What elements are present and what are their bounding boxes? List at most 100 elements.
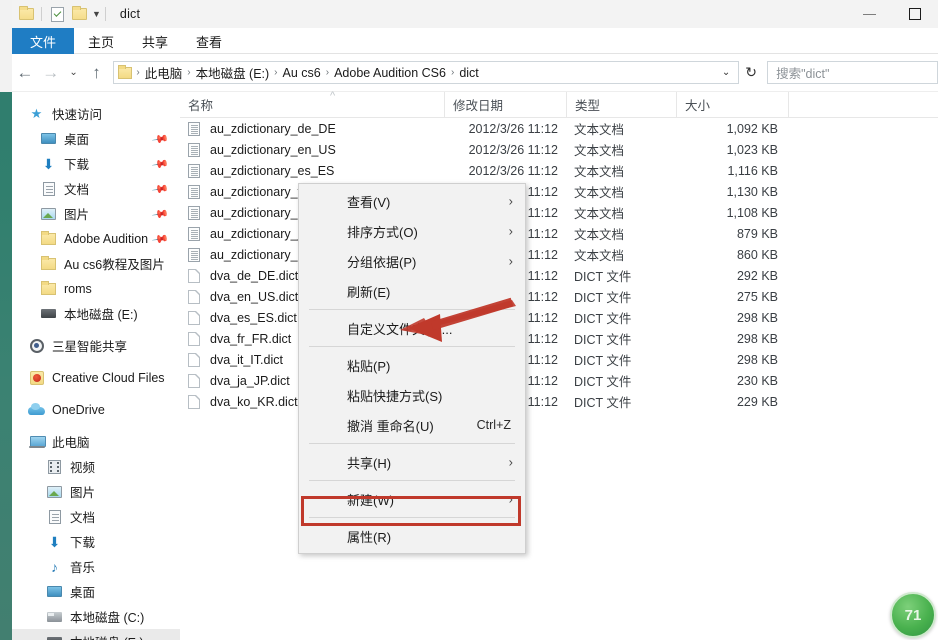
sidebar-item-local-disk-c[interactable]: 本地磁盘 (C:): [12, 604, 180, 629]
table-row[interactable]: dva_de_DE.dict 2012/3/26 11:12 DICT 文件 2…: [180, 265, 938, 286]
breadcrumb-adobe-audition-cs6[interactable]: Adobe Audition CS6: [331, 66, 449, 80]
breadcrumb-dict[interactable]: dict: [456, 66, 481, 80]
tab-file[interactable]: 文件: [12, 28, 75, 54]
pin-icon[interactable]: 📌: [151, 155, 169, 174]
context-menu-item-group-by[interactable]: 分组依据(P) ›: [299, 246, 525, 276]
file-name: au_zdictionary_es_ES: [210, 163, 335, 178]
file-name: au_zdictionary_de_DE: [210, 121, 336, 136]
breadcrumb-this-pc[interactable]: 此电脑: [142, 63, 186, 82]
context-menu-item-undo-rename[interactable]: 撤消 重命名(U) Ctrl+Z: [299, 410, 525, 440]
table-row[interactable]: dva_ko_KR.dict 2012/3/26 11:12 DICT 文件 2…: [180, 391, 938, 412]
back-button[interactable]: ←: [12, 58, 38, 88]
text-file-icon: [188, 247, 202, 262]
breadcrumb-au-cs6[interactable]: Au cs6: [280, 66, 324, 80]
sidebar-item-documents-qa[interactable]: 文档 📌: [12, 176, 180, 201]
file-type: DICT 文件: [574, 396, 632, 410]
sidebar-item-downloads-qa[interactable]: ⬇ 下载 📌: [12, 151, 180, 176]
forward-button[interactable]: →: [38, 58, 64, 88]
file-type: DICT 文件: [574, 270, 632, 284]
pictures-icon: [40, 206, 57, 222]
sidebar-item-roms[interactable]: roms: [12, 276, 180, 301]
sidebar-item-desktop[interactable]: 桌面: [12, 579, 180, 604]
properties-icon[interactable]: [46, 3, 68, 25]
sidebar-item-creative-cloud-files[interactable]: Creative Cloud Files: [12, 365, 180, 390]
tab-home[interactable]: 主页: [74, 28, 128, 54]
context-menu-item-paste[interactable]: 粘贴(P): [299, 350, 525, 380]
file-size: 298 KB: [736, 310, 778, 325]
file-size: 298 KB: [736, 331, 778, 346]
table-row[interactable]: au_zdictionary_ko_KR 2012/3/26 11:12 文本文…: [180, 244, 938, 265]
sidebar-item-desktop-qa[interactable]: 桌面 📌: [12, 126, 180, 151]
chevron-right-icon: ›: [508, 454, 513, 470]
context-menu-item-label: 属性(R): [347, 529, 392, 545]
folder-icon: [40, 230, 57, 247]
sidebar-item-label: 三星智能共享: [52, 340, 128, 354]
up-button[interactable]: ↑: [84, 58, 110, 88]
sidebar-item-this-pc[interactable]: 此电脑: [12, 429, 180, 454]
sidebar-item-label: 音乐: [70, 561, 96, 575]
column-header-name[interactable]: 名称: [180, 92, 444, 118]
table-row[interactable]: au_zdictionary_de_DE 2012/3/26 11:12 文本文…: [180, 118, 938, 139]
column-header-type[interactable]: 类型: [566, 91, 676, 118]
sidebar-item-local-disk-e-qa[interactable]: 本地磁盘 (E:): [12, 301, 180, 326]
context-menu-item-customize-folder[interactable]: 自定义文件夹(F)...: [299, 313, 525, 343]
maximize-button[interactable]: [892, 0, 938, 28]
context-menu-item-label: 刷新(E): [347, 284, 391, 300]
pin-icon[interactable]: 📌: [151, 230, 169, 249]
tab-share[interactable]: 共享: [128, 28, 182, 54]
sidebar-item-onedrive[interactable]: OneDrive: [12, 397, 180, 422]
sidebar-item-samsung-share[interactable]: 三星智能共享: [12, 333, 180, 358]
window-title: dict: [119, 7, 141, 21]
context-menu-item-refresh[interactable]: 刷新(E): [299, 276, 525, 306]
sidebar-item-label: OneDrive: [52, 402, 105, 417]
file-size: 860 KB: [736, 247, 778, 262]
minimize-button[interactable]: [846, 0, 892, 28]
context-menu-item-view[interactable]: 查看(V) ›: [299, 186, 525, 216]
column-header-size[interactable]: 大小: [676, 91, 788, 118]
context-menu-item-share[interactable]: 共享(H) ›: [299, 447, 525, 477]
table-row[interactable]: dva_en_US.dict 2012/3/26 11:12 DICT 文件 2…: [180, 286, 938, 307]
pin-icon[interactable]: 📌: [151, 180, 169, 199]
column-header-date-modified[interactable]: 修改日期: [444, 91, 566, 118]
sidebar-item-label: 下载: [64, 158, 90, 172]
table-row[interactable]: dva_ja_JP.dict 2012/3/26 11:12 DICT 文件 2…: [180, 370, 938, 391]
sidebar-item-quick-access[interactable]: ★ 快速访问: [12, 101, 180, 126]
new-folder-icon[interactable]: [68, 3, 90, 25]
sidebar-item-music[interactable]: ♪ 音乐: [12, 554, 180, 579]
table-row[interactable]: au_zdictionary_en_US 2012/3/26 11:12 文本文…: [180, 139, 938, 160]
file-type: DICT 文件: [574, 375, 632, 389]
refresh-icon[interactable]: ↻: [739, 58, 763, 88]
pin-icon[interactable]: 📌: [151, 130, 169, 149]
folder-icon[interactable]: [15, 3, 37, 25]
breadcrumb-local-disk-e[interactable]: 本地磁盘 (E:): [193, 63, 273, 82]
sidebar-item-adobe-audition[interactable]: Adobe Audition 📌: [12, 226, 180, 251]
table-row[interactable]: au_zdictionary_ja_JP 2012/3/26 11:12 文本文…: [180, 223, 938, 244]
sidebar-item-videos[interactable]: 视频: [12, 454, 180, 479]
context-menu-item-properties[interactable]: 属性(R): [299, 521, 525, 551]
context-menu-item-sort-by[interactable]: 排序方式(O) ›: [299, 216, 525, 246]
tab-view[interactable]: 查看: [182, 28, 236, 54]
sidebar-item-label: 此电脑: [52, 436, 90, 450]
table-row[interactable]: au_zdictionary_es_ES 2012/3/26 11:12 文本文…: [180, 160, 938, 181]
context-menu-item-new[interactable]: 新建(W) ›: [299, 484, 525, 514]
sidebar-item-pictures[interactable]: 图片: [12, 479, 180, 504]
table-row[interactable]: au_zdictionary_it_IT 2012/3/26 11:12 文本文…: [180, 202, 938, 223]
sidebar-item-downloads[interactable]: ⬇ 下载: [12, 529, 180, 554]
search-input[interactable]: 搜索"dict": [767, 61, 938, 84]
context-menu-item-label: 共享(H): [347, 455, 392, 471]
sidebar-item-pictures-qa[interactable]: 图片 📌: [12, 201, 180, 226]
chevron-down-icon[interactable]: ▼: [92, 9, 101, 19]
table-row[interactable]: dva_fr_FR.dict 2012/3/26 11:12 DICT 文件 2…: [180, 328, 938, 349]
address-bar[interactable]: › 此电脑 › 本地磁盘 (E:) › Au cs6 › Adobe Audit…: [113, 61, 740, 84]
table-row[interactable]: au_zdictionary_fr_FR 2012/3/26 11:12 文本文…: [180, 181, 938, 202]
sidebar-item-local-disk-e[interactable]: 本地磁盘 (E:): [12, 629, 180, 640]
sidebar-item-au-cs6-tutorial[interactable]: Au cs6教程及图片: [12, 251, 180, 276]
table-row[interactable]: dva_it_IT.dict 2012/3/26 11:12 DICT 文件 2…: [180, 349, 938, 370]
recent-locations-button[interactable]: ⌄: [64, 58, 84, 88]
sidebar-item-documents[interactable]: 文档: [12, 504, 180, 529]
table-row[interactable]: dva_es_ES.dict 2012/3/26 11:12 DICT 文件 2…: [180, 307, 938, 328]
pin-icon[interactable]: 📌: [151, 205, 169, 224]
file-name-cell: au_zdictionary_de_DE: [180, 121, 444, 136]
chevron-down-icon[interactable]: ⌄: [716, 67, 736, 78]
context-menu-item-paste-shortcut[interactable]: 粘贴快捷方式(S): [299, 380, 525, 410]
